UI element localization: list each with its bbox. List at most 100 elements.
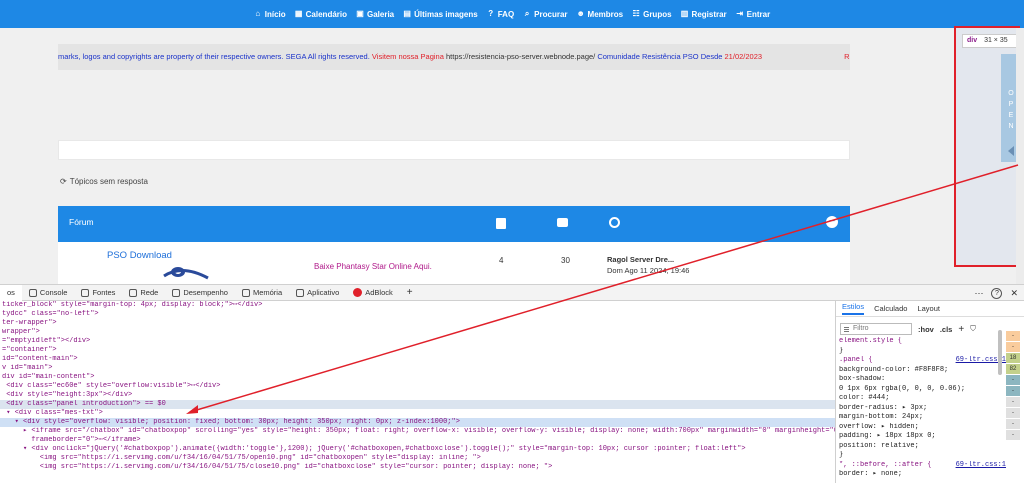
dom-line[interactable]: <div class="panel introduction"> == $0 <box>0 400 835 409</box>
devtools-tab-0[interactable]: os <box>0 284 22 301</box>
css-rule-text: } <box>839 451 844 459</box>
css-source-link[interactable]: 69-ltr.css:1 <box>956 461 1006 471</box>
devtools-tab-2[interactable]: Fontes <box>74 285 122 301</box>
css-rule-line[interactable]: overflow: ▸ hidden; <box>839 423 1024 433</box>
devtools-tabbar: os Console Fontes Rede Desempenho Memória Apli… <box>0 284 1024 301</box>
styles-filter-input[interactable]: Filtro <box>840 323 912 335</box>
dom-line[interactable]: ="emptyidleft"></div> <box>0 337 835 346</box>
close-icon[interactable]: ✕ <box>1010 288 1018 299</box>
styles-tab-1[interactable]: Calculado <box>874 304 907 313</box>
devtools-tab-5[interactable]: Memória <box>235 285 289 301</box>
css-rule-line[interactable]: position: relative; <box>839 442 1024 452</box>
gallery-icon: ▣ <box>356 9 364 18</box>
images-icon: ▤ <box>403 9 411 18</box>
styles-panel: Estilos Calculado Layout Filtro :hov .cls … <box>836 301 1024 483</box>
css-rule-line[interactable]: box-shadow: <box>839 375 1024 385</box>
nav-item-6[interactable]: ☻ Membros <box>577 10 624 19</box>
posts-icon <box>557 218 568 227</box>
dom-line[interactable]: ▸ <iframe src="/chatbox" id="chatboxpop"… <box>0 427 835 436</box>
dom-line[interactable]: ="container"> <box>0 346 835 355</box>
last-post-title[interactable]: Ragol Server Dre... <box>607 255 674 264</box>
topics-count: 4 <box>499 256 504 265</box>
css-rule-line[interactable]: padding: ▸ 18px 18px 0; <box>839 432 1024 442</box>
dom-line[interactable]: frameborder="0">⋯</iframe> <box>0 436 835 445</box>
devtools-tab-6[interactable]: Aplicativo <box>289 285 346 301</box>
css-rule-line[interactable]: .panel {69-ltr.css:1 <box>839 356 1024 366</box>
css-rule-line[interactable]: border-radius: ▸ 3px; <box>839 404 1024 414</box>
empty-panel <box>58 140 850 160</box>
nav-item-1[interactable]: ▦ Calendário <box>295 10 347 19</box>
nav-item-label: Procurar <box>534 9 568 19</box>
devtools-tab-4[interactable]: Desempenho <box>165 285 235 301</box>
more-icon[interactable]: ⋯ <box>974 288 983 299</box>
devtools-tab-7[interactable]: AdBlock <box>346 285 400 301</box>
css-rule-line[interactable]: background-color: #F8F8F8; <box>839 366 1024 376</box>
dom-line[interactable]: <div style="height:3px"></div> <box>0 391 835 400</box>
dom-line[interactable]: <img src="https://i.servimg.com/u/f34/16… <box>0 454 835 463</box>
dom-line[interactable]: ▾ <div onclick="jQuery('#chatboxpop').an… <box>0 445 835 454</box>
page-scrollbar[interactable] <box>1016 28 1024 284</box>
css-rule-line[interactable]: margin-bottom: 24px; <box>839 413 1024 423</box>
help-icon[interactable]: ? <box>991 287 1003 299</box>
nav-item-label: Início <box>264 9 286 19</box>
forum-table-header: Fórum − <box>58 206 850 242</box>
nav-item-0[interactable]: ⌂ Início <box>254 9 286 19</box>
styles-tab-2[interactable]: Layout <box>917 304 940 313</box>
css-rule-line[interactable]: *, ::before, ::after { 69-ltr.css:1 <box>839 461 1024 471</box>
nav-item-9[interactable]: ⇥ Entrar <box>736 9 771 19</box>
last-post[interactable]: Ragol Server Dre... Dom Ago 11 2024, 19:… <box>607 254 689 276</box>
nav-item-label: Membros <box>587 9 624 19</box>
dom-line[interactable]: <img src="https://i.servimg.com/u/f34/16… <box>0 463 835 472</box>
dom-line[interactable]: ter-wrapper"> <box>0 319 835 328</box>
css-rule-line[interactable]: color: #444; <box>839 394 1024 404</box>
ticker-visit-link[interactable]: Visitem nossa Pagina <box>372 52 444 61</box>
dom-line[interactable]: <div class="ec60e" style="overflow:visib… <box>0 382 835 391</box>
dom-line[interactable]: wrapper"> <box>0 328 835 337</box>
nav-item-label: Calendário <box>305 9 347 19</box>
dom-line[interactable]: v id="main"> <box>0 364 835 373</box>
devtools-tab-3[interactable]: Rede <box>122 285 165 301</box>
box-model-cell: - <box>1006 397 1020 407</box>
nav-item-7[interactable]: ☷ Grupos <box>632 10 672 19</box>
no-reply-link[interactable]: ⟳ Tópicos sem resposta <box>60 177 148 186</box>
styles-tab-0[interactable]: Estilos <box>842 302 865 315</box>
css-rule-line[interactable]: 0 1px 6px rgba(0, 0, 0, 0.06); <box>839 385 1024 395</box>
inspector-tooltip-size: 31 × 35 <box>984 37 1008 44</box>
devtools-tab-1[interactable]: Console <box>22 285 75 301</box>
register-icon: ▥ <box>680 9 689 18</box>
ticker-url[interactable]: https://resistencia-pso-server.webnode.p… <box>446 52 595 61</box>
home-icon: ⌂ <box>255 9 261 18</box>
hov-toggle[interactable]: :hov <box>918 325 934 334</box>
tab-icon <box>172 288 181 297</box>
add-rule-icon[interactable]: + <box>958 324 964 335</box>
nav-item-8[interactable]: ▥ Registrar <box>681 10 727 19</box>
collapse-icon[interactable]: − <box>826 216 838 228</box>
cls-toggle[interactable]: .cls <box>940 325 953 334</box>
css-rule-line[interactable]: } <box>839 451 1024 461</box>
box-model-cell: - <box>1006 419 1020 429</box>
nav-item-4[interactable]: ? FAQ <box>487 10 514 19</box>
nav-item-3[interactable]: ▤ Últimas imagens <box>403 9 477 19</box>
css-rule-line[interactable]: } <box>839 347 1024 357</box>
css-rule-text: *, ::before, ::after { <box>839 460 932 469</box>
nav-item-5[interactable]: ⌕ Procurar <box>523 9 568 19</box>
dom-line[interactable]: ▾ <div style="overflow: visible; positio… <box>0 418 835 427</box>
css-rule-line[interactable]: element.style { <box>839 337 1024 347</box>
dom-line[interactable]: div id="main-content"> <box>0 373 835 382</box>
tab-icon <box>241 288 250 297</box>
styles-scrollbar[interactable] <box>998 330 1002 375</box>
dom-line[interactable]: ▾ <div class="mes-txt"> <box>0 409 835 418</box>
last-post-date: Dom Ago 11 2024, 19:46 <box>607 266 690 275</box>
dom-line[interactable]: id="content-main"> <box>0 355 835 364</box>
css-rule-text: box-shadow: <box>839 375 886 383</box>
paint-icon[interactable]: ⛉ <box>970 324 976 334</box>
nav-item-label: Entrar <box>746 9 771 19</box>
box-model-cell: 82 <box>1006 364 1020 374</box>
add-tab-icon[interactable]: + <box>400 285 420 301</box>
dom-line[interactable]: ticker_block" style="margin-top: 4px; di… <box>0 301 835 310</box>
top-navigation: ⌂ Início ▦ Calendário ▣ Galeria ▤ Últimas image… <box>0 0 1024 28</box>
forum-row: PSO Download Baixe Phantasy Star Online … <box>58 242 850 284</box>
dom-line[interactable]: tydcc" class="no-left"> <box>0 310 835 319</box>
nav-item-2[interactable]: ▣ Galeria <box>356 10 394 19</box>
css-rule-line[interactable]: border: ▸ none; <box>839 470 1024 480</box>
